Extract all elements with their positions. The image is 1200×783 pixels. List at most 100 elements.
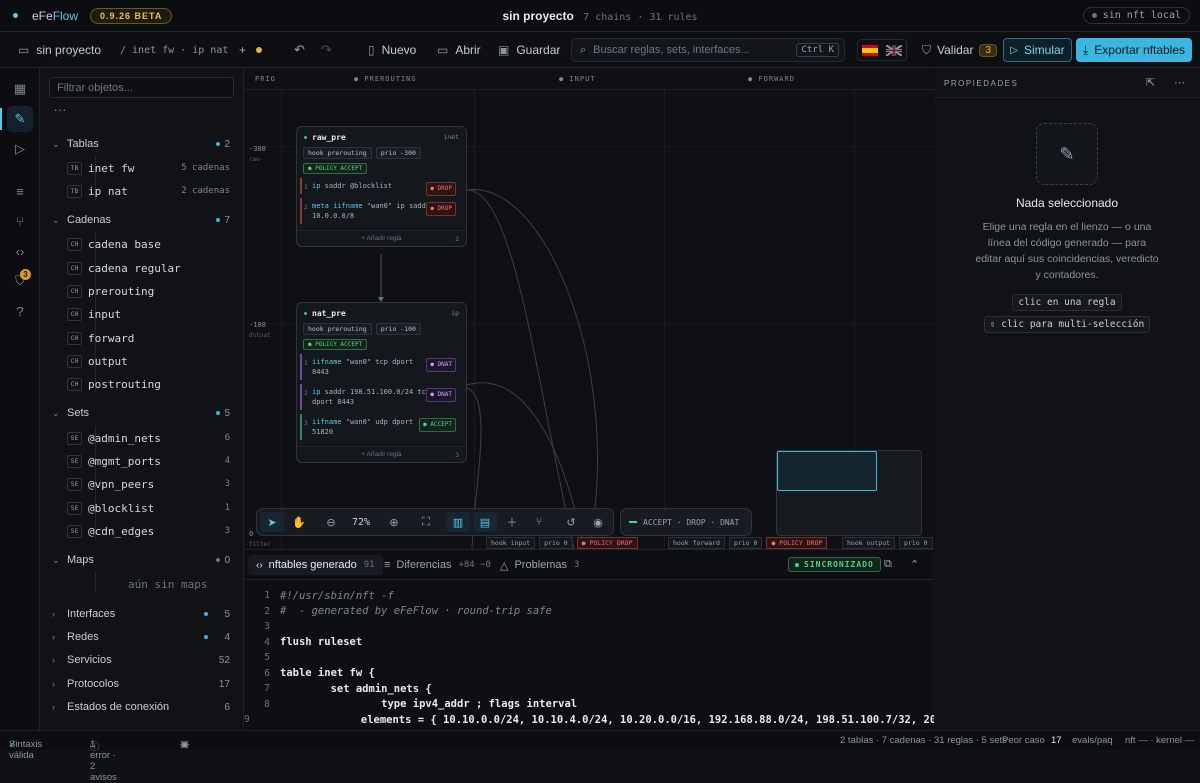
add-rule-button[interactable]: + Añadir regla 2 bbox=[297, 230, 466, 246]
export-button[interactable]: ⤓ Exportar nftables bbox=[1076, 38, 1192, 62]
chain-item[interactable]: CH cadena regular bbox=[40, 258, 243, 278]
chain-item[interactable]: CH output bbox=[40, 351, 243, 371]
pencil-icon: ✎ bbox=[1036, 123, 1098, 185]
breadcrumb[interactable]: / inet fw · ip nat bbox=[120, 32, 228, 68]
minimap-viewport[interactable] bbox=[777, 451, 877, 491]
sidebar-more-button[interactable]: ... bbox=[54, 100, 67, 114]
code-line: 5 bbox=[244, 650, 934, 666]
backend-status[interactable]: sin nft local bbox=[1082, 7, 1190, 24]
edit-icon[interactable]: ✎ bbox=[7, 106, 33, 132]
chain-item[interactable]: CH forward bbox=[40, 328, 243, 348]
chain-canvas[interactable]: PRIO ● PREROUTING ● INPUT ● FORWARD -300… bbox=[244, 68, 934, 549]
set-item[interactable]: SE @blocklist 1 bbox=[40, 498, 243, 518]
section-protocols[interactable]: › Protocolos 17 bbox=[40, 674, 243, 694]
rule-row[interactable]: 3 iifname "wan0" udp dport 51820 ● ACCEPT bbox=[300, 414, 460, 440]
set-item[interactable]: SE @admin_nets 6 bbox=[40, 428, 243, 448]
section-networks[interactable]: › Redes 4 bbox=[40, 627, 243, 647]
type-tag: CH bbox=[67, 377, 82, 391]
chevron-down-icon: ⌄ bbox=[52, 554, 60, 565]
redo-icon[interactable]: ↷ bbox=[321, 32, 332, 68]
fit-view-icon[interactable]: ⛶ bbox=[414, 512, 438, 532]
chain-item[interactable]: CH postrouting bbox=[40, 374, 243, 394]
simulate-button[interactable]: ▷ Simular bbox=[1003, 38, 1072, 62]
validate-button[interactable]: ⛉ Validar 3 bbox=[922, 38, 998, 62]
search-input[interactable] bbox=[593, 44, 794, 56]
copy-icon[interactable]: ⧉ bbox=[884, 558, 892, 571]
tab-generated[interactable]: ‹› nftables generado 91 bbox=[248, 555, 383, 575]
add-table-button[interactable]: + bbox=[239, 32, 246, 68]
chain-node-nat-pre[interactable]: nat_pre ip hook prerouting prio -100 ● POL… bbox=[296, 302, 467, 463]
rule-row[interactable]: 2 meta iifname "wan0" ip saddr 10.0.0.0/8… bbox=[300, 198, 460, 224]
help-icon[interactable]: ? bbox=[7, 298, 33, 324]
add-node-icon[interactable]: ＋ bbox=[500, 512, 524, 532]
section-tables[interactable]: ⌄ Tablas 2 bbox=[40, 134, 243, 154]
table-item-inet-fw[interactable]: TB inet fw 5 cadenas bbox=[40, 158, 243, 178]
more-options-icon[interactable]: ⋯ bbox=[1174, 76, 1185, 89]
rule-row[interactable]: 1 ip saddr @blocklist ● DROP bbox=[300, 178, 460, 196]
diff-icon: ≡ bbox=[384, 559, 391, 571]
save-button[interactable]: ▣ Guardar bbox=[498, 32, 560, 68]
item-count: 5 cadenas bbox=[181, 163, 230, 173]
section-count: 52 bbox=[218, 654, 230, 666]
chevron-up-icon[interactable]: ⌃ bbox=[910, 558, 919, 571]
status-dot bbox=[204, 612, 208, 616]
open-button[interactable]: ▭ Abrir bbox=[437, 32, 481, 68]
zoom-level[interactable]: 72% bbox=[343, 517, 379, 528]
project-button[interactable]: ▭ sin proyecto bbox=[18, 32, 101, 68]
rule-row[interactable]: 2 ip saddr 198.51.100.0/24 tcp dport 8443… bbox=[300, 384, 460, 410]
open-external-icon[interactable]: ⇱ bbox=[1146, 76, 1155, 89]
section-chains[interactable]: ⌄ Cadenas 7 bbox=[40, 210, 243, 230]
run-icon[interactable]: ▷ bbox=[7, 136, 33, 162]
branch-icon[interactable]: ⑂ bbox=[527, 512, 551, 532]
item-name: forward bbox=[88, 331, 135, 345]
new-button[interactable]: ▯ Nuevo bbox=[368, 32, 416, 68]
chain-item[interactable]: CH prerouting bbox=[40, 281, 243, 301]
chain-node-raw-pre[interactable]: raw_pre inet hook prerouting prio -300 ● P… bbox=[296, 126, 467, 247]
set-item[interactable]: SE @cdn_edges 3 bbox=[40, 521, 243, 541]
zoom-out-icon[interactable]: ⊖ bbox=[319, 512, 343, 532]
section-sets[interactable]: ⌄ Sets 5 bbox=[40, 403, 243, 423]
minimap[interactable] bbox=[776, 450, 922, 536]
hook-output-strip: hook output prio 0 bbox=[842, 537, 933, 549]
code-line: 8 type ipv4_addr ; flags interval bbox=[244, 697, 934, 713]
section-interfaces[interactable]: › Interfaces 5 bbox=[40, 604, 243, 624]
uk-flag-icon[interactable] bbox=[886, 44, 902, 56]
chain-item[interactable]: CH cadena base bbox=[40, 234, 243, 254]
language-switcher[interactable] bbox=[857, 39, 907, 61]
rule-number: 2 bbox=[304, 390, 308, 397]
spain-flag-icon[interactable] bbox=[862, 44, 878, 56]
select-tool-icon[interactable]: ➤ bbox=[260, 512, 284, 532]
code-icon[interactable]: ‹› bbox=[7, 238, 33, 264]
add-rule-button[interactable]: + Añadir regla 3 bbox=[297, 446, 466, 462]
section-services[interactable]: › Servicios 52 bbox=[40, 650, 243, 670]
search-box[interactable]: ⌕ Ctrl K bbox=[571, 38, 845, 62]
undo-icon[interactable]: ↶ bbox=[294, 32, 305, 68]
graph-icon[interactable]: ⑂ bbox=[7, 208, 33, 234]
dashboard-icon[interactable]: ▦ bbox=[7, 76, 33, 102]
zoom-in-icon[interactable]: ⊕ bbox=[382, 512, 406, 532]
tab-diff[interactable]: ≡ Diferencias +84 −0 bbox=[376, 555, 499, 575]
code-view[interactable]: 1 #!/usr/sbin/nft -f 2 # - generated by eF… bbox=[244, 588, 934, 728]
new-label: Nuevo bbox=[381, 43, 417, 57]
set-item[interactable]: SE @mgmt_ports 4 bbox=[40, 451, 243, 471]
chain-item[interactable]: CH input bbox=[40, 304, 243, 324]
hint-shift-click: ⇧ clic para multi-selección bbox=[934, 316, 1200, 333]
list-icon[interactable]: ≡ bbox=[7, 178, 33, 204]
right-panel-toggle-icon[interactable]: ▤ bbox=[473, 512, 497, 532]
filter-input[interactable] bbox=[49, 77, 234, 98]
section-conn-states[interactable]: › Estados de conexión 6 bbox=[40, 697, 243, 717]
set-item[interactable]: SE @vpn_peers 3 bbox=[40, 474, 243, 494]
rule-row[interactable]: 1 iifname "wan0" tcp dport 8443 ● DNAT bbox=[300, 354, 460, 380]
chevron-right-icon: › bbox=[52, 632, 55, 642]
history-icon[interactable]: ↺ bbox=[559, 512, 583, 532]
table-item-ip-nat[interactable]: TB ip nat 2 cadenas bbox=[40, 181, 243, 201]
rule-text: saddr 198.51.100.0/24 tcp dport 8443 bbox=[312, 388, 431, 406]
title-bar: eFeFlow 0.9.26 BETA sin proyecto 7 chain… bbox=[0, 0, 1200, 32]
file-icon: ▯ bbox=[368, 43, 375, 57]
eye-icon[interactable]: ◉ bbox=[586, 512, 610, 532]
section-maps[interactable]: ⌄ Maps 0 bbox=[40, 550, 243, 570]
pan-tool-icon[interactable]: ✋ bbox=[287, 512, 311, 532]
left-panel-toggle-icon[interactable]: ▥ bbox=[446, 512, 470, 532]
hook-input-strip: hook input prio 0 ● POLICY DROP bbox=[486, 537, 638, 549]
tab-problems[interactable]: △ Problemas 3 bbox=[492, 555, 587, 575]
